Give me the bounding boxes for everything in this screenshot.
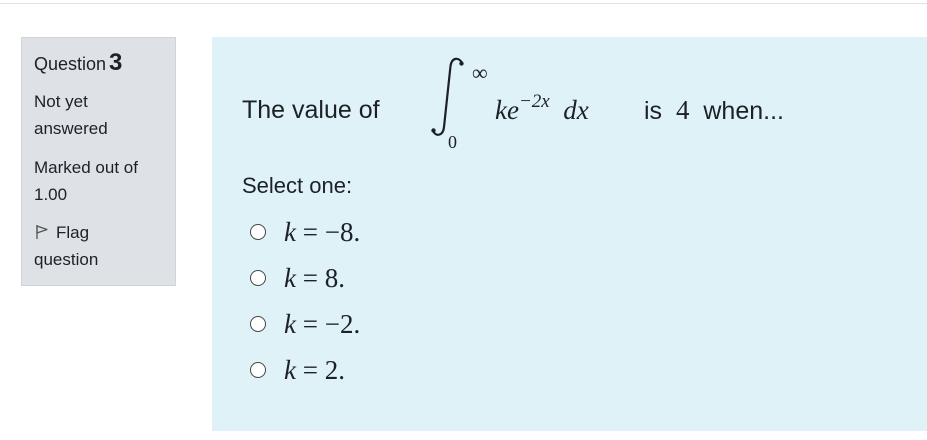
radio-option-3[interactable] xyxy=(250,316,266,332)
integral-sign xyxy=(431,57,464,136)
top-divider xyxy=(0,3,927,4)
select-prompt: Select one: xyxy=(242,173,353,198)
integral-upper-limit: ∞ xyxy=(472,60,488,85)
answer-options: k = −8. k = 8. k = −2. k = 2. xyxy=(250,209,360,393)
question-content: The value of ∞ 0 ke−2x dx is 4 when... S… xyxy=(212,37,927,431)
question-number: Question 3 xyxy=(34,51,163,76)
flag-outline-icon xyxy=(34,221,50,239)
option-2-label: k = 8. xyxy=(284,263,345,293)
differential: dx xyxy=(563,95,589,125)
option-1[interactable]: k = −8. xyxy=(250,209,360,255)
flag-line-2: question xyxy=(34,250,99,269)
target-value: 4 xyxy=(675,95,690,125)
integrand-exponent: −2x xyxy=(518,91,550,112)
text-when: when... xyxy=(703,97,784,125)
integrand: ke−2x dx xyxy=(495,92,589,128)
state-line-1: Not yet xyxy=(34,92,88,111)
option-3-label: k = −2. xyxy=(284,309,361,339)
option-1-label: k = −8. xyxy=(284,217,361,247)
option-4-label: k = 2. xyxy=(284,355,345,385)
option-3[interactable]: k = −2. xyxy=(250,301,360,347)
question-number-value: 3 xyxy=(109,49,123,76)
grade-line-2: 1.00 xyxy=(34,185,68,204)
grade-line-1: Marked out of xyxy=(34,158,138,177)
radio-option-2[interactable] xyxy=(250,270,266,286)
question-grade: Marked out of 1.00 xyxy=(34,154,163,208)
question-label: Question xyxy=(34,54,107,74)
radio-option-1[interactable] xyxy=(250,224,266,240)
integrand-base: ke xyxy=(495,95,519,125)
integral-lower-limit: 0 xyxy=(448,132,457,152)
state-line-2: answered xyxy=(34,119,108,138)
question-text-before: The value of xyxy=(242,96,380,124)
question-text-after: is 4 when... xyxy=(644,92,784,129)
flag-question-link[interactable]: Flag question xyxy=(34,219,163,273)
option-4[interactable]: k = 2. xyxy=(250,347,360,393)
question-state: Not yet answered xyxy=(34,88,163,142)
flag-line-1: Flag xyxy=(56,223,90,242)
option-2[interactable]: k = 8. xyxy=(250,255,360,301)
radio-option-4[interactable] xyxy=(250,362,266,378)
text-is: is xyxy=(644,97,663,125)
question-info-panel: Question 3 Not yet answered Marked out of… xyxy=(21,37,176,286)
